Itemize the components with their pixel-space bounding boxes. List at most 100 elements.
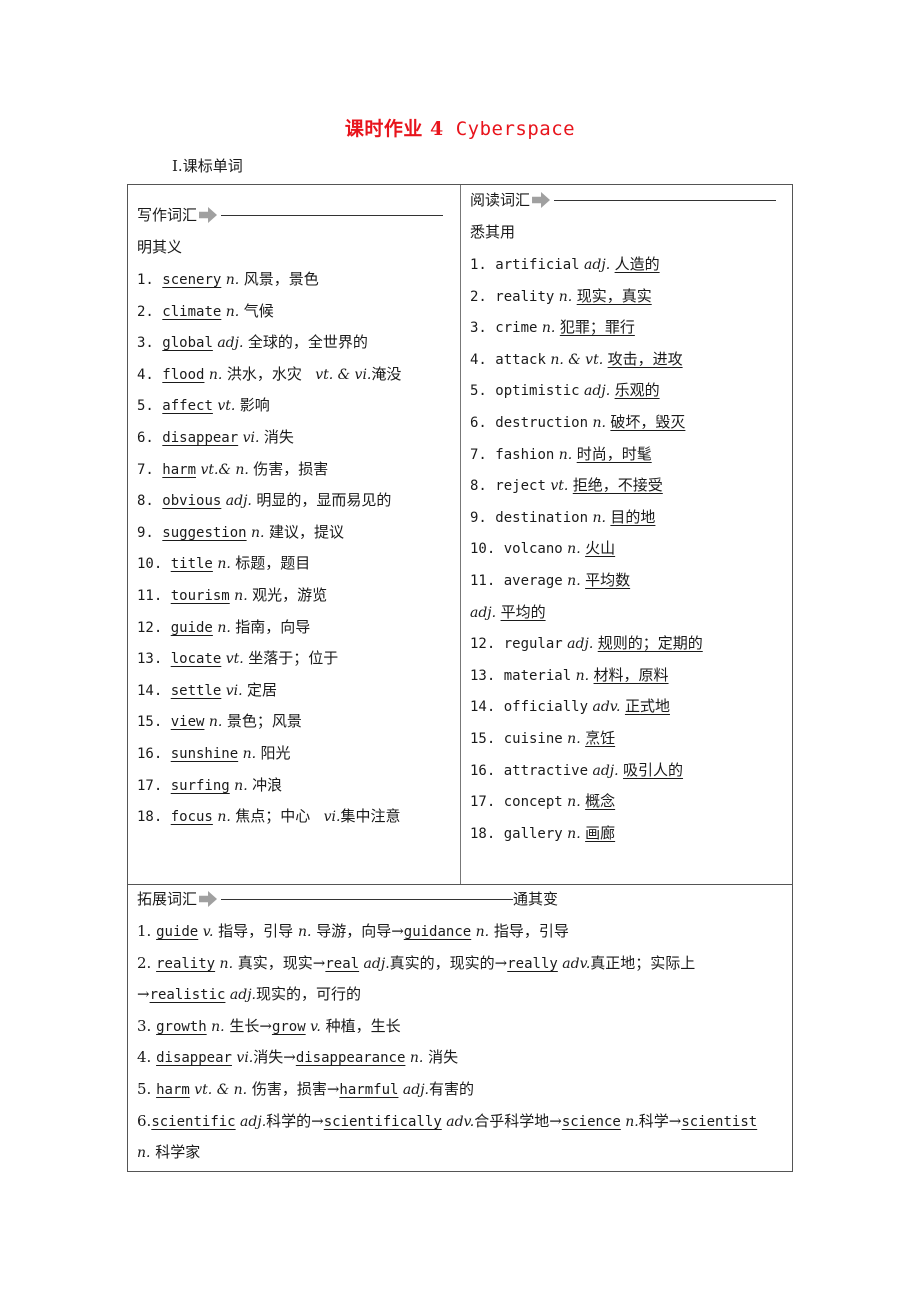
item-number: 14. xyxy=(137,682,171,699)
vocab-item: 14. settle vi. 定居 xyxy=(137,680,277,701)
part-of-speech: n. xyxy=(562,573,586,589)
vocab-word: affect xyxy=(162,398,213,415)
vocab-table: 写作词汇 明其义 1. scenery n. 风景，景色 2. climate n… xyxy=(127,184,793,1172)
part-of-speech: n. xyxy=(212,619,236,636)
vocab-item: 2. climate n. 气候 xyxy=(137,301,274,322)
part-of-speech: n. xyxy=(204,714,227,731)
part-of-speech: n. xyxy=(221,272,244,288)
part-of-speech: adj. xyxy=(221,493,257,510)
item-number: 7. xyxy=(470,446,496,463)
meaning: 材料，原料 xyxy=(593,665,669,684)
vocab-item: 6. disappear vi. 消失 xyxy=(137,427,294,448)
item-number: 6. xyxy=(137,430,163,446)
right-arrow-icon xyxy=(532,192,551,208)
meaning: 坐落于；位于 xyxy=(248,649,339,668)
meaning: 烹饪 xyxy=(585,729,616,747)
item-number: 16. xyxy=(137,746,171,762)
vocab-item: 12. guide n. 指南，向导 xyxy=(137,617,310,638)
vocab-word: crime xyxy=(495,320,538,337)
vocab-word: gallery xyxy=(503,825,563,842)
part-of-speech: adj. xyxy=(212,335,248,352)
vocab-item: 4. flood n. 洪水，水灾 vt. & vi.淹没 xyxy=(137,364,401,385)
item-number: 6. xyxy=(470,415,496,431)
part-of-speech: n. xyxy=(229,777,253,794)
part-of-speech: vt. xyxy=(212,398,240,415)
vocab-item: 13. locate vt. 坐落于；位于 xyxy=(137,648,338,669)
vocab-word: focus xyxy=(170,809,213,826)
vocab-word: average xyxy=(503,573,563,589)
vocab-word: fashion xyxy=(495,446,555,463)
vocab-item: 3. crime n. 犯罪；罪行 xyxy=(470,317,635,338)
vocab-item: 4. attack n. & vt. 攻击，进攻 xyxy=(470,349,683,370)
part-of-speech: n. xyxy=(229,588,253,604)
part-of-speech: n. xyxy=(588,415,611,431)
vocab-item: 15. view n. 景色；风景 xyxy=(137,711,302,732)
meaning: 目的地 xyxy=(610,507,656,526)
vocab-word: harm xyxy=(162,461,197,478)
meaning: 冲浪 xyxy=(252,775,283,794)
meaning: 犯罪；罪行 xyxy=(559,318,635,337)
meaning: 洪水，水灾 xyxy=(226,364,302,383)
vocab-word: artificial xyxy=(495,257,580,273)
writing-subheader: 明其义 xyxy=(137,238,183,256)
item-number: 15. xyxy=(470,731,504,747)
item-number: 11. xyxy=(137,588,171,604)
part-of-speech: n. xyxy=(537,320,560,337)
vocab-item: 7. harm vt.& n. 伤害，损害 xyxy=(137,459,328,480)
part-of-speech: n. xyxy=(238,746,261,762)
vocab-word: flood xyxy=(162,366,205,383)
vocab-item: 5. optimistic adj. 乐观的 xyxy=(470,380,660,401)
vocab-item: 18. gallery n. 画廊 xyxy=(470,823,615,844)
vocab-word: disappear xyxy=(162,430,239,446)
item-number: 4. xyxy=(470,351,496,368)
vocab-word: material xyxy=(503,667,572,684)
meaning: 焦点；中心 xyxy=(235,807,311,826)
vocab-item: 16. attractive adj. 吸引人的 xyxy=(470,760,683,781)
meaning: 拒绝，不接受 xyxy=(572,476,663,495)
vocab-word: surfing xyxy=(170,777,230,794)
part-of-speech: n. xyxy=(562,794,586,811)
vocab-item: 12. regular adj. 规则的；定期的 xyxy=(470,633,703,654)
meaning: 全球的，全世界的 xyxy=(247,333,368,352)
vocab-item: 10. title n. 标题，题目 xyxy=(137,553,310,574)
item-number: 1. xyxy=(137,272,163,288)
item-number: 9. xyxy=(137,524,163,541)
vocab-word: concept xyxy=(503,794,563,811)
vocab-word: settle xyxy=(170,682,222,699)
item-number: 2. xyxy=(470,288,496,305)
vocab-item: 11. tourism n. 观光，游览 xyxy=(137,585,327,606)
meaning: 吸引人的 xyxy=(623,760,684,779)
item-number: 12. xyxy=(470,636,504,653)
meaning: 气候 xyxy=(243,301,274,320)
item-number: 7. xyxy=(137,461,163,478)
part-of-speech: adj. xyxy=(588,762,624,779)
vocab-word: volcano xyxy=(503,541,563,558)
right-arrow-icon xyxy=(199,207,218,223)
meaning: 标题，题目 xyxy=(235,554,311,573)
vocab-word: suggestion xyxy=(162,524,247,541)
vocab-item: 18. focus n. 焦点；中心 vi.集中注意 xyxy=(137,806,400,827)
meaning: 建议，提议 xyxy=(268,522,344,541)
vocab-word: climate xyxy=(162,303,222,320)
vocab-word: optimistic xyxy=(495,383,580,400)
extended-header: 拓展词汇 通其变 xyxy=(137,889,558,909)
vocab-word: reality xyxy=(495,288,555,305)
item-number: 2. xyxy=(137,303,163,320)
vocab-word: cuisine xyxy=(503,731,563,747)
reading-header: 阅读词汇 xyxy=(470,190,777,210)
part-of-speech: vt. & vi. xyxy=(301,366,372,383)
vocab-item: 17. concept n. 概念 xyxy=(470,791,615,812)
part-of-speech: vi. xyxy=(238,430,264,446)
vocab-item: 9. suggestion n. 建议，提议 xyxy=(137,522,344,543)
item-number: 13. xyxy=(470,667,504,684)
part-of-speech: n. & vt. xyxy=(545,351,608,368)
meaning: 消失 xyxy=(263,428,294,446)
item-number: 11. xyxy=(470,573,504,589)
writing-header-label: 写作词汇 xyxy=(137,206,198,224)
page-title: 课时作业 4 Cyberspace xyxy=(0,114,920,141)
part-of-speech: n. xyxy=(562,731,586,747)
vocab-word: reject xyxy=(495,478,546,495)
part-of-speech: n. xyxy=(246,524,269,541)
vocab-word: destruction xyxy=(495,415,589,431)
extended-subheader: 通其变 xyxy=(513,890,559,908)
